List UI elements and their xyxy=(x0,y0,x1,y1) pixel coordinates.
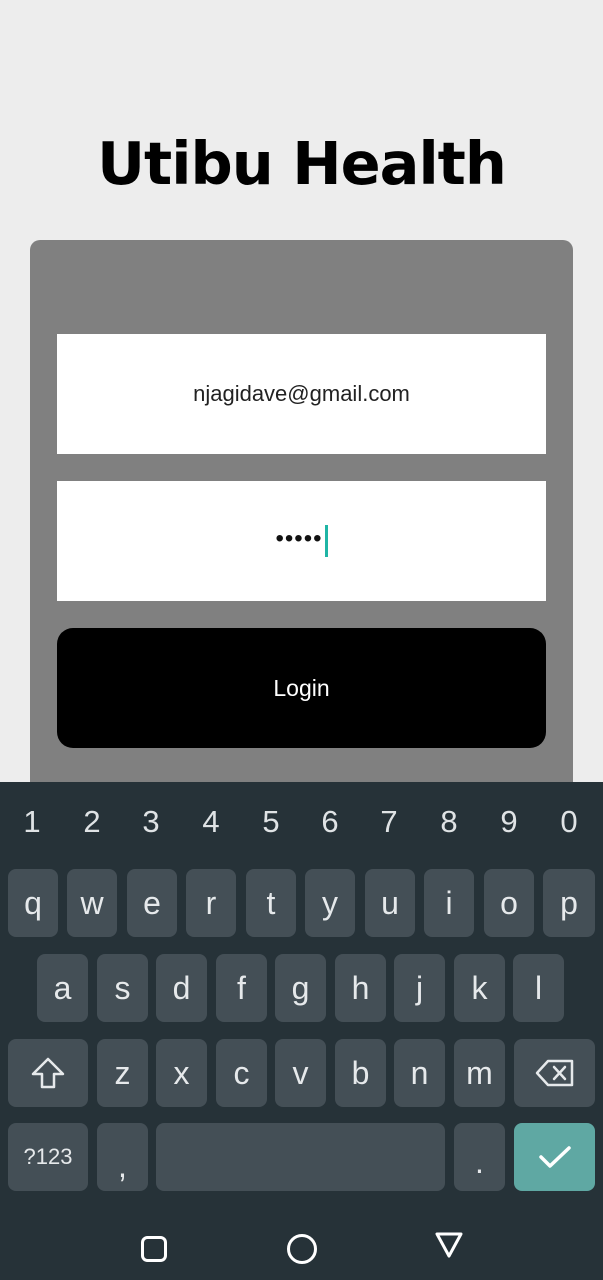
key-6[interactable]: 6 xyxy=(308,802,352,842)
period-key[interactable]: . xyxy=(454,1123,505,1191)
checkmark-icon xyxy=(538,1146,571,1168)
backspace-icon xyxy=(535,1059,573,1087)
key-j[interactable]: j xyxy=(394,954,445,1022)
key-g[interactable]: g xyxy=(275,954,326,1022)
key-z[interactable]: z xyxy=(97,1039,148,1107)
key-o[interactable]: o xyxy=(484,869,534,937)
key-r[interactable]: r xyxy=(186,869,236,937)
key-h[interactable]: h xyxy=(335,954,386,1022)
password-value: ••••• xyxy=(275,525,323,552)
key-8[interactable]: 8 xyxy=(427,802,471,842)
key-k[interactable]: k xyxy=(454,954,505,1022)
number-row: 1 2 3 4 5 6 7 8 9 0 xyxy=(0,802,603,842)
space-key[interactable] xyxy=(156,1123,445,1191)
key-u[interactable]: u xyxy=(365,869,415,937)
login-button[interactable]: Login xyxy=(57,628,546,748)
key-f[interactable]: f xyxy=(216,954,267,1022)
key-e[interactable]: e xyxy=(127,869,177,937)
key-w[interactable]: w xyxy=(67,869,117,937)
email-field[interactable]: njagidave@gmail.com xyxy=(57,334,546,454)
square-icon[interactable] xyxy=(140,1235,168,1263)
soft-keyboard: 1 2 3 4 5 6 7 8 9 0 q w e r t y u i o p … xyxy=(0,782,603,1210)
key-5[interactable]: 5 xyxy=(249,802,293,842)
password-field[interactable]: ••••• xyxy=(57,481,546,601)
system-nav-bar xyxy=(0,1210,603,1280)
key-1[interactable]: 1 xyxy=(10,802,54,842)
enter-key[interactable] xyxy=(514,1123,595,1191)
text-caret xyxy=(324,525,328,557)
key-v[interactable]: v xyxy=(275,1039,326,1107)
key-i[interactable]: i xyxy=(424,869,474,937)
key-0[interactable]: 0 xyxy=(547,802,591,842)
key-s[interactable]: s xyxy=(97,954,148,1022)
key-x[interactable]: x xyxy=(156,1039,207,1107)
backspace-key[interactable] xyxy=(514,1039,595,1107)
key-d[interactable]: d xyxy=(156,954,207,1022)
key-7[interactable]: 7 xyxy=(367,802,411,842)
key-n[interactable]: n xyxy=(394,1039,445,1107)
symbols-key[interactable]: ?123 xyxy=(8,1123,88,1191)
triangle-down-icon[interactable] xyxy=(434,1231,464,1259)
circle-icon[interactable] xyxy=(286,1233,318,1265)
key-c[interactable]: c xyxy=(216,1039,267,1107)
key-2[interactable]: 2 xyxy=(70,802,114,842)
key-t[interactable]: t xyxy=(246,869,296,937)
key-3[interactable]: 3 xyxy=(129,802,173,842)
key-y[interactable]: y xyxy=(305,869,355,937)
key-l[interactable]: l xyxy=(513,954,564,1022)
email-value: njagidave@gmail.com xyxy=(193,381,410,406)
comma-key[interactable]: , xyxy=(97,1123,148,1191)
shift-key[interactable] xyxy=(8,1039,88,1107)
key-b[interactable]: b xyxy=(335,1039,386,1107)
login-button-label: Login xyxy=(273,674,330,701)
key-9[interactable]: 9 xyxy=(487,802,531,842)
key-p[interactable]: p xyxy=(543,869,595,937)
shift-arrow-icon xyxy=(31,1057,65,1089)
app-title: Utibu Health xyxy=(97,129,507,198)
key-a[interactable]: a xyxy=(37,954,88,1022)
key-m[interactable]: m xyxy=(454,1039,505,1107)
key-q[interactable]: q xyxy=(8,869,58,937)
key-4[interactable]: 4 xyxy=(189,802,233,842)
